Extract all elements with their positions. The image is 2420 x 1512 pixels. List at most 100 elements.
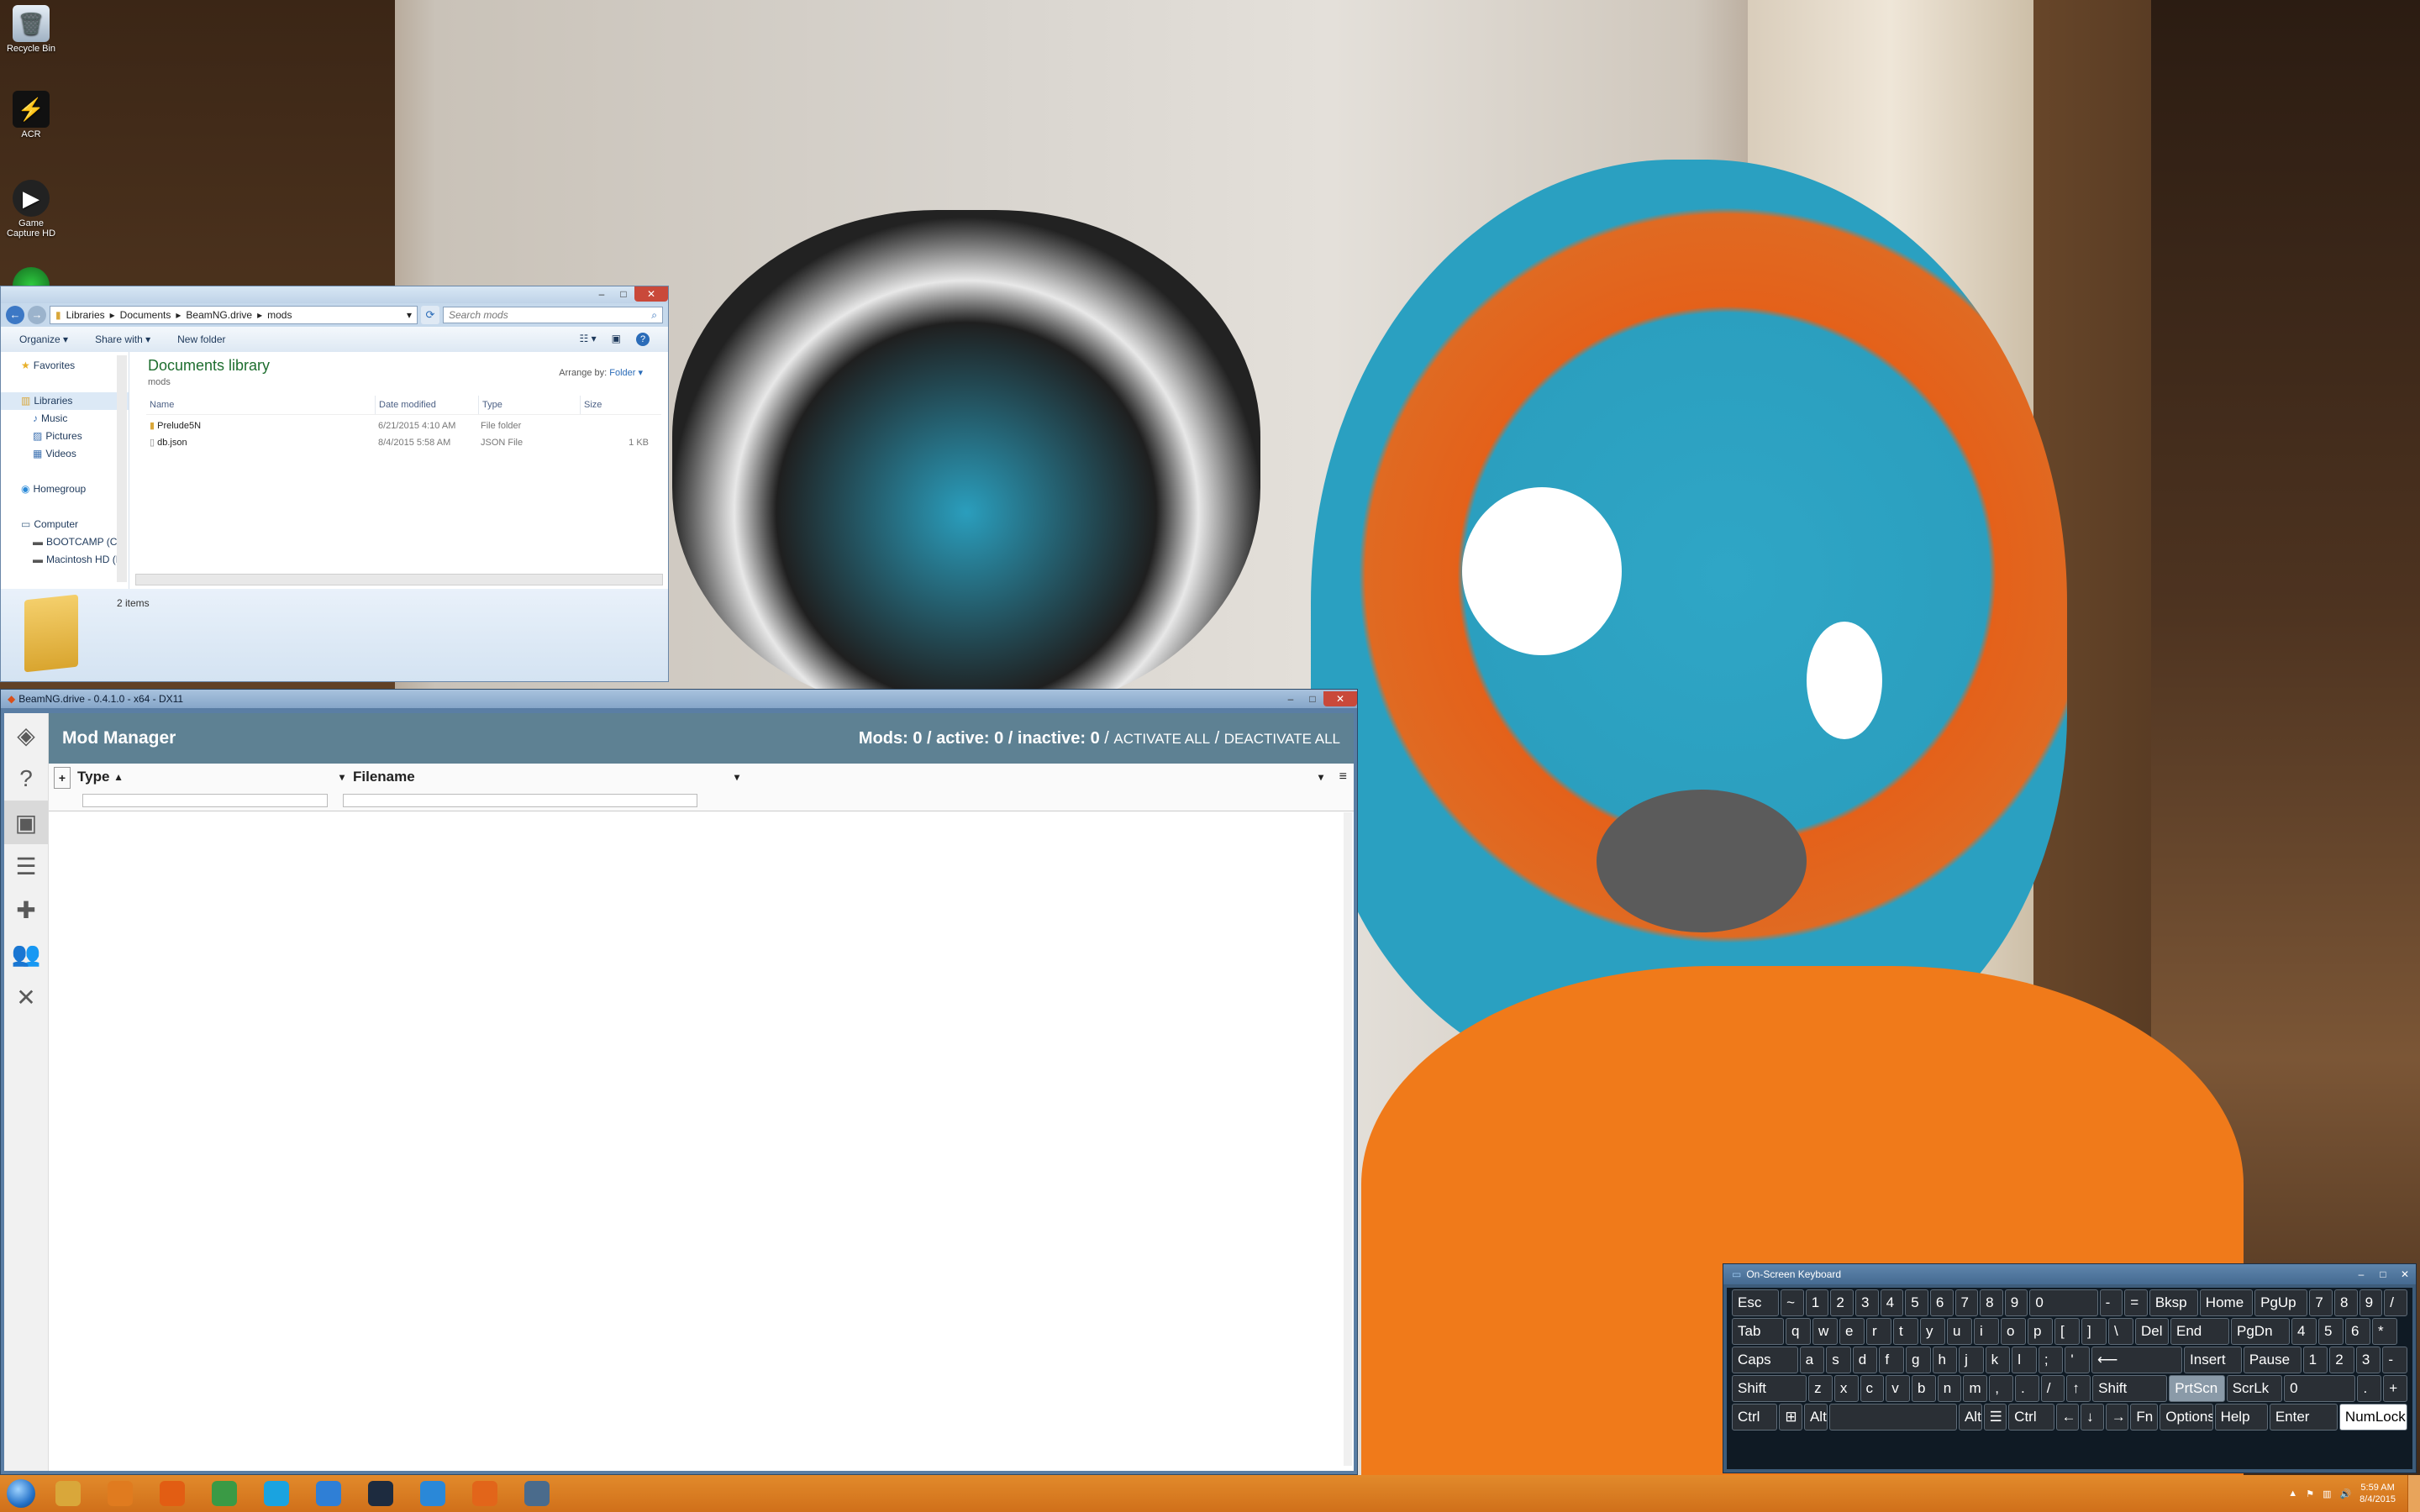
key[interactable]: - bbox=[2382, 1347, 2407, 1373]
key[interactable]: End bbox=[2170, 1318, 2229, 1345]
key[interactable]: / bbox=[2040, 1375, 2065, 1402]
forward-button[interactable]: → bbox=[28, 306, 46, 324]
key[interactable]: 5 bbox=[1905, 1289, 1928, 1316]
key[interactable]: 4 bbox=[1880, 1289, 1904, 1316]
desktop-icon-acr[interactable]: ⚡ ACR bbox=[5, 91, 57, 139]
on-screen-keyboard[interactable]: ▭ On-Screen Keyboard – □ ✕ Esc ~1 2 3 4 5 6 7 8 9… bbox=[1723, 1263, 2417, 1473]
key[interactable]: j bbox=[1959, 1347, 1984, 1373]
key[interactable]: Alt bbox=[1803, 1404, 1828, 1431]
deactivate-all-button[interactable]: DEACTIVATE ALL bbox=[1224, 731, 1340, 747]
close-icon[interactable]: ✕ bbox=[4, 975, 48, 1019]
mods-icon[interactable]: ▣ bbox=[4, 801, 48, 844]
beamng-titlebar[interactable]: ◆ BeamNG.drive - 0.4.1.0 - x64 - DX11 – … bbox=[1, 690, 1357, 708]
key[interactable]: Enter bbox=[2269, 1404, 2338, 1431]
nav-macintosh[interactable]: ▬ Macintosh HD (D: bbox=[1, 551, 129, 569]
key[interactable]: Ctrl bbox=[2008, 1404, 2054, 1431]
help-icon[interactable]: ? bbox=[636, 333, 650, 346]
taskbar-app-button[interactable] bbox=[356, 1477, 405, 1510]
flag-icon[interactable]: ⚑ bbox=[2306, 1488, 2314, 1499]
key[interactable]: y bbox=[1920, 1318, 1945, 1345]
key[interactable]: c bbox=[1860, 1375, 1885, 1402]
key[interactable]: 8 bbox=[2334, 1289, 2358, 1316]
breadcrumb-item[interactable]: Documents bbox=[120, 309, 171, 321]
breadcrumb-item[interactable]: BeamNG.drive bbox=[186, 309, 252, 321]
key[interactable]: [ bbox=[2054, 1318, 2080, 1345]
key[interactable]: e bbox=[1839, 1318, 1865, 1345]
key[interactable]: p bbox=[2028, 1318, 2053, 1345]
column-name[interactable]: Name bbox=[146, 396, 376, 414]
taskbar-app-button[interactable] bbox=[460, 1477, 509, 1510]
key[interactable]: 6 bbox=[2345, 1318, 2370, 1345]
key[interactable]: o bbox=[2001, 1318, 2026, 1345]
chevron-down-icon[interactable]: ▾ bbox=[734, 771, 739, 783]
key[interactable]: Esc bbox=[1732, 1289, 1780, 1316]
key[interactable]: PgDn bbox=[2231, 1318, 2290, 1345]
new-folder-button[interactable]: New folder bbox=[177, 333, 225, 345]
keyboard-titlebar[interactable]: ▭ On-Screen Keyboard – □ ✕ bbox=[1723, 1264, 2416, 1284]
taskbar-app-button[interactable] bbox=[148, 1477, 197, 1510]
taskbar-app-button[interactable] bbox=[304, 1477, 353, 1510]
type-filter-input[interactable] bbox=[82, 794, 328, 807]
volume-icon[interactable]: 🔊 bbox=[2339, 1488, 2351, 1499]
minimize-button[interactable]: – bbox=[591, 286, 613, 302]
column-size[interactable]: Size bbox=[581, 396, 651, 414]
help-icon[interactable]: ? bbox=[4, 757, 48, 801]
key[interactable]: - bbox=[2099, 1289, 2123, 1316]
key[interactable]: r bbox=[1866, 1318, 1891, 1345]
key[interactable]: ↓ bbox=[2081, 1404, 2104, 1431]
key[interactable]: Del bbox=[2135, 1318, 2169, 1345]
preview-pane-icon[interactable]: ▣ bbox=[612, 333, 621, 346]
explorer-window[interactable]: – □ ✕ ← → ▮ Libraries ▸ Documents ▸ BeamNG… bbox=[0, 286, 669, 682]
horizontal-scrollbar[interactable] bbox=[135, 574, 663, 585]
key[interactable]: 1 bbox=[2302, 1347, 2328, 1373]
key[interactable] bbox=[1828, 1404, 1957, 1431]
minimize-button[interactable]: – bbox=[2350, 1267, 2372, 1282]
key[interactable]: i bbox=[1974, 1318, 1999, 1345]
key[interactable]: \ bbox=[2108, 1318, 2133, 1345]
key[interactable]: Ctrl bbox=[1732, 1404, 1778, 1431]
nav-bootcamp[interactable]: ▬ BOOTCAMP (C:) bbox=[1, 533, 129, 551]
key[interactable]: + bbox=[2383, 1375, 2407, 1402]
key[interactable]: t bbox=[1893, 1318, 1918, 1345]
maximize-button[interactable]: □ bbox=[1302, 691, 1323, 706]
key[interactable]: v bbox=[1886, 1375, 1911, 1402]
key[interactable]: NumLock bbox=[2338, 1404, 2408, 1431]
key[interactable]: 8 bbox=[1980, 1289, 2003, 1316]
taskbar-app-button[interactable] bbox=[252, 1477, 301, 1510]
chevron-down-icon[interactable]: ▾ bbox=[339, 771, 345, 783]
key[interactable]: . bbox=[2014, 1375, 2039, 1402]
key[interactable]: . bbox=[2357, 1375, 2382, 1402]
layers-icon[interactable]: ◈ bbox=[4, 713, 48, 757]
key[interactable]: Home bbox=[2199, 1289, 2254, 1316]
key[interactable]: ↑ bbox=[2066, 1375, 2091, 1402]
taskbar-app-button[interactable] bbox=[96, 1477, 145, 1510]
key[interactable]: 0 bbox=[2284, 1375, 2356, 1402]
key[interactable]: Shift bbox=[2092, 1375, 2168, 1402]
key[interactable]: 7 bbox=[1954, 1289, 1979, 1316]
key[interactable]: / bbox=[2384, 1289, 2407, 1316]
key[interactable]: → bbox=[2105, 1404, 2129, 1431]
key[interactable]: PrtScn bbox=[2169, 1375, 2225, 1402]
column-date[interactable]: Date modified bbox=[376, 396, 479, 414]
key[interactable]: Pause bbox=[2243, 1347, 2302, 1373]
show-desktop-button[interactable] bbox=[2407, 1475, 2420, 1512]
maximize-button[interactable]: □ bbox=[613, 286, 634, 302]
key[interactable]: m bbox=[1963, 1375, 1988, 1402]
clock[interactable]: 5:59 AM 8/4/2015 bbox=[2360, 1482, 2396, 1505]
nav-scrollbar[interactable] bbox=[117, 355, 127, 582]
taskbar-app-button[interactable] bbox=[408, 1477, 457, 1510]
close-button[interactable]: ✕ bbox=[1323, 691, 1357, 706]
breadcrumb-item[interactable]: Libraries bbox=[66, 309, 105, 321]
taskbar-app-button[interactable] bbox=[513, 1477, 561, 1510]
column-type[interactable]: Type bbox=[479, 396, 581, 414]
key[interactable]: 2 bbox=[2329, 1347, 2354, 1373]
key[interactable]: ☰ bbox=[1983, 1404, 2007, 1431]
key[interactable]: PgUp bbox=[2254, 1289, 2308, 1316]
nav-videos[interactable]: ▦ Videos bbox=[1, 445, 129, 463]
key[interactable]: Shift bbox=[1732, 1375, 1807, 1402]
key[interactable]: * bbox=[2372, 1318, 2397, 1345]
key[interactable]: s bbox=[1826, 1347, 1851, 1373]
key[interactable]: = bbox=[2124, 1289, 2148, 1316]
activate-all-button[interactable]: ACTIVATE ALL bbox=[1113, 731, 1210, 747]
beamng-window[interactable]: ◆ BeamNG.drive - 0.4.1.0 - x64 - DX11 – … bbox=[0, 689, 1358, 1475]
